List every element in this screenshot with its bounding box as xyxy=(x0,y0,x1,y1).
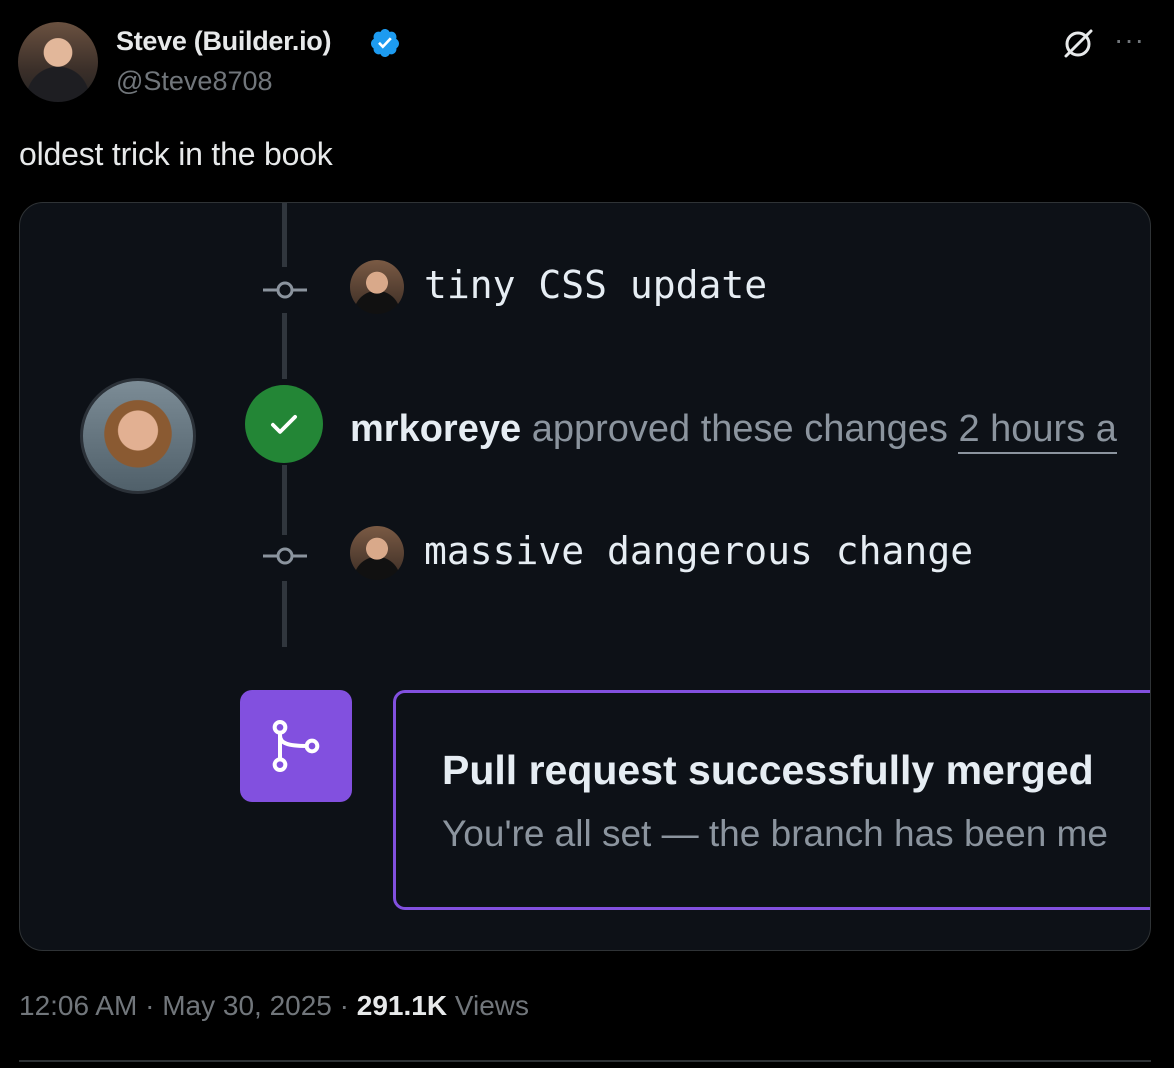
commit-author-avatar[interactable] xyxy=(350,526,404,580)
approval-text: mrkoreye approved these changes 2 hours … xyxy=(350,408,1117,454)
views-label: Views xyxy=(454,990,530,1021)
timeline-line xyxy=(282,581,287,647)
commit-node-icon xyxy=(263,546,307,566)
approval-action: approved these changes xyxy=(531,408,948,450)
reviewer-avatar[interactable] xyxy=(80,378,196,494)
timeline-line xyxy=(282,465,287,535)
tweet-date[interactable]: May 30, 2025 xyxy=(162,990,332,1021)
tweet-meta: 12:06 AM · May 30, 2025 · 291.1K Views xyxy=(19,990,529,1022)
timeline-line xyxy=(282,203,287,267)
more-icon[interactable]: ··· xyxy=(1114,26,1145,54)
commit-node-icon xyxy=(263,280,307,300)
meta-separator: · xyxy=(145,990,155,1021)
author-avatar[interactable] xyxy=(18,22,98,102)
merge-status-box: Pull request successfully merged You're … xyxy=(393,690,1150,910)
commit-message[interactable]: massive dangerous change xyxy=(424,529,973,573)
author-name[interactable]: Steve (Builder.io) xyxy=(116,26,331,57)
commit-author-avatar[interactable] xyxy=(350,260,404,314)
divider xyxy=(19,1060,1151,1062)
meta-separator: · xyxy=(339,990,349,1021)
grok-icon[interactable] xyxy=(1060,26,1096,62)
author-handle[interactable]: @Steve8708 xyxy=(116,66,273,97)
approved-check-icon xyxy=(245,385,323,463)
verified-badge-icon xyxy=(370,29,399,57)
approval-time[interactable]: 2 hours a xyxy=(958,408,1117,454)
timeline-line xyxy=(282,313,287,379)
commit-message[interactable]: tiny CSS update xyxy=(424,263,767,307)
merge-icon xyxy=(240,690,352,802)
views-count[interactable]: 291.1K xyxy=(357,990,447,1021)
media-image[interactable]: tiny CSS update mrkoreye approved these … xyxy=(19,202,1151,951)
merge-subtitle: You're all set — the branch has been me xyxy=(442,813,1108,854)
tweet-time[interactable]: 12:06 AM xyxy=(19,990,137,1021)
merge-title: Pull request successfully merged xyxy=(442,747,1094,793)
tweet-text: oldest trick in the book xyxy=(19,136,333,172)
reviewer-name[interactable]: mrkoreye xyxy=(350,408,521,450)
